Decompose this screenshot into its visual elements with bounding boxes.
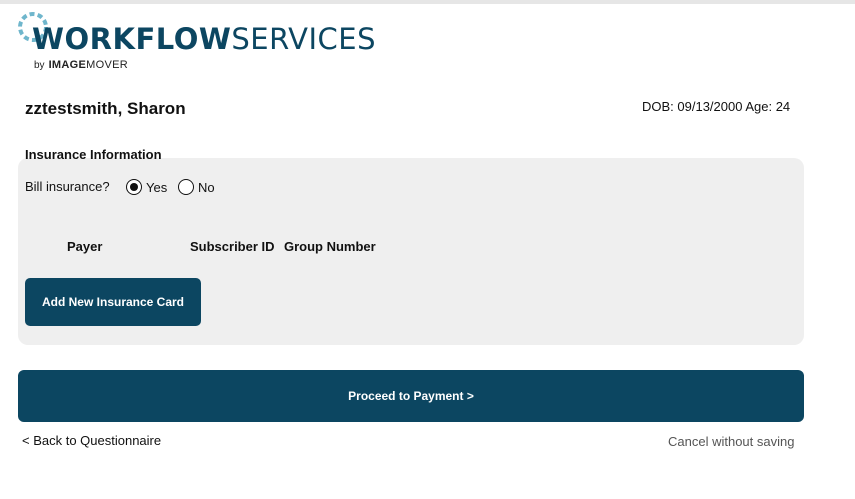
- radio-yes-label: Yes: [146, 179, 168, 195]
- radio-selected-icon[interactable]: [126, 179, 142, 195]
- column-header-payer: Payer: [67, 239, 103, 254]
- patient-name: zztestsmith, Sharon: [25, 99, 186, 118]
- back-to-questionnaire-link[interactable]: < Back to Questionnaire: [22, 433, 161, 448]
- bill-insurance-no-radio[interactable]: No: [178, 179, 215, 195]
- add-insurance-card-button[interactable]: Add New Insurance Card: [25, 278, 201, 326]
- cancel-without-saving-link[interactable]: Cancel without saving: [668, 434, 794, 449]
- column-header-group-number: Group Number: [284, 239, 376, 254]
- logo-sub-bold: IMAGE: [48, 59, 87, 71]
- logo-title-bold: WORKFLOW: [32, 22, 232, 56]
- insurance-section-title: Insurance Information: [25, 147, 162, 162]
- workflow-services-logo: WORKFLOWSERVICES by IMAGEMOVER: [16, 10, 376, 76]
- logo-subtitle: by IMAGEMOVER: [34, 59, 128, 71]
- logo-by: by: [34, 60, 45, 71]
- proceed-to-payment-button[interactable]: Proceed to Payment >: [18, 370, 804, 422]
- radio-no-label: No: [198, 179, 215, 195]
- patient-dob-age: DOB: 09/13/2000 Age: 24: [642, 99, 791, 114]
- logo-title-light: SERVICES: [231, 22, 377, 56]
- logo-sub-light: MOVER: [86, 59, 128, 71]
- bill-insurance-label: Bill insurance?: [25, 179, 110, 194]
- top-border: [0, 0, 855, 4]
- logo-title: WORKFLOWSERVICES: [32, 24, 376, 54]
- column-header-subscriber-id: Subscriber ID: [190, 239, 275, 254]
- radio-unselected-icon[interactable]: [178, 179, 194, 195]
- bill-insurance-yes-radio[interactable]: Yes: [126, 179, 167, 195]
